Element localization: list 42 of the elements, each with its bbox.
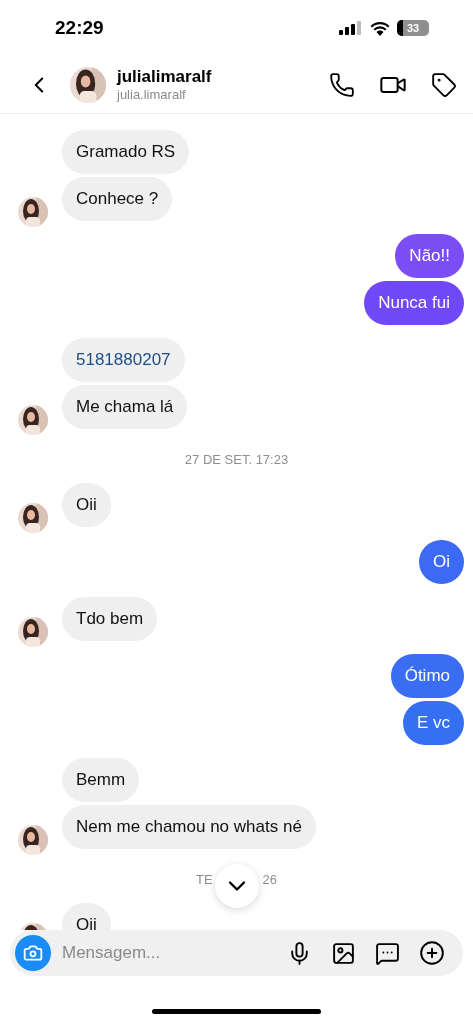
status-time: 22:29 bbox=[55, 15, 104, 40]
phone-icon bbox=[329, 71, 355, 98]
camera-icon bbox=[23, 943, 43, 963]
contact-username: julia.limaralf bbox=[117, 86, 187, 103]
contact-name: julialimaralf bbox=[117, 66, 212, 87]
sent-message: Ótimo bbox=[390, 654, 464, 698]
received-message: Oii bbox=[62, 483, 111, 527]
received-message: Conhece ? bbox=[62, 177, 173, 221]
wifi-icon bbox=[370, 20, 390, 36]
avatar bbox=[18, 503, 48, 533]
battery-indicator: 33 bbox=[397, 20, 429, 36]
received-message: Tdo bem bbox=[62, 597, 158, 641]
scroll-down-button[interactable] bbox=[215, 864, 259, 908]
sent-message: Nunca fui bbox=[364, 281, 464, 325]
sent-message: Oi bbox=[419, 540, 464, 584]
sent-message: Não!! bbox=[395, 234, 464, 278]
call-button[interactable] bbox=[329, 71, 355, 98]
received-message: Gramado RS bbox=[62, 130, 190, 174]
chat-bubble-icon bbox=[375, 940, 400, 966]
sticker-button[interactable] bbox=[375, 940, 400, 966]
date-separator: 27 DE SET. 17:23 bbox=[184, 450, 289, 469]
message-field[interactable]: Mensagem... bbox=[10, 930, 463, 976]
sent-message: E vc bbox=[402, 701, 464, 745]
image-icon bbox=[331, 940, 356, 966]
add-button[interactable] bbox=[419, 940, 445, 966]
plus-icon bbox=[419, 940, 445, 966]
avatar bbox=[18, 197, 48, 227]
received-message: Bemm bbox=[62, 758, 140, 802]
received-message: Nem me chamou no whats né bbox=[62, 805, 316, 849]
date-separator: 26 bbox=[262, 870, 278, 889]
camera-button[interactable] bbox=[15, 935, 51, 971]
gallery-button[interactable] bbox=[331, 940, 356, 966]
avatar bbox=[18, 405, 48, 435]
avatar bbox=[18, 825, 48, 855]
date-separator: TE bbox=[195, 870, 213, 889]
tag-icon bbox=[431, 71, 457, 98]
signal-icon bbox=[339, 21, 363, 35]
avatar bbox=[18, 617, 48, 647]
tag-button[interactable] bbox=[431, 71, 457, 98]
received-message: Me chama lá bbox=[62, 385, 188, 429]
phone-link-message[interactable]: 5181880207 bbox=[62, 338, 185, 382]
avatar bbox=[70, 66, 106, 103]
